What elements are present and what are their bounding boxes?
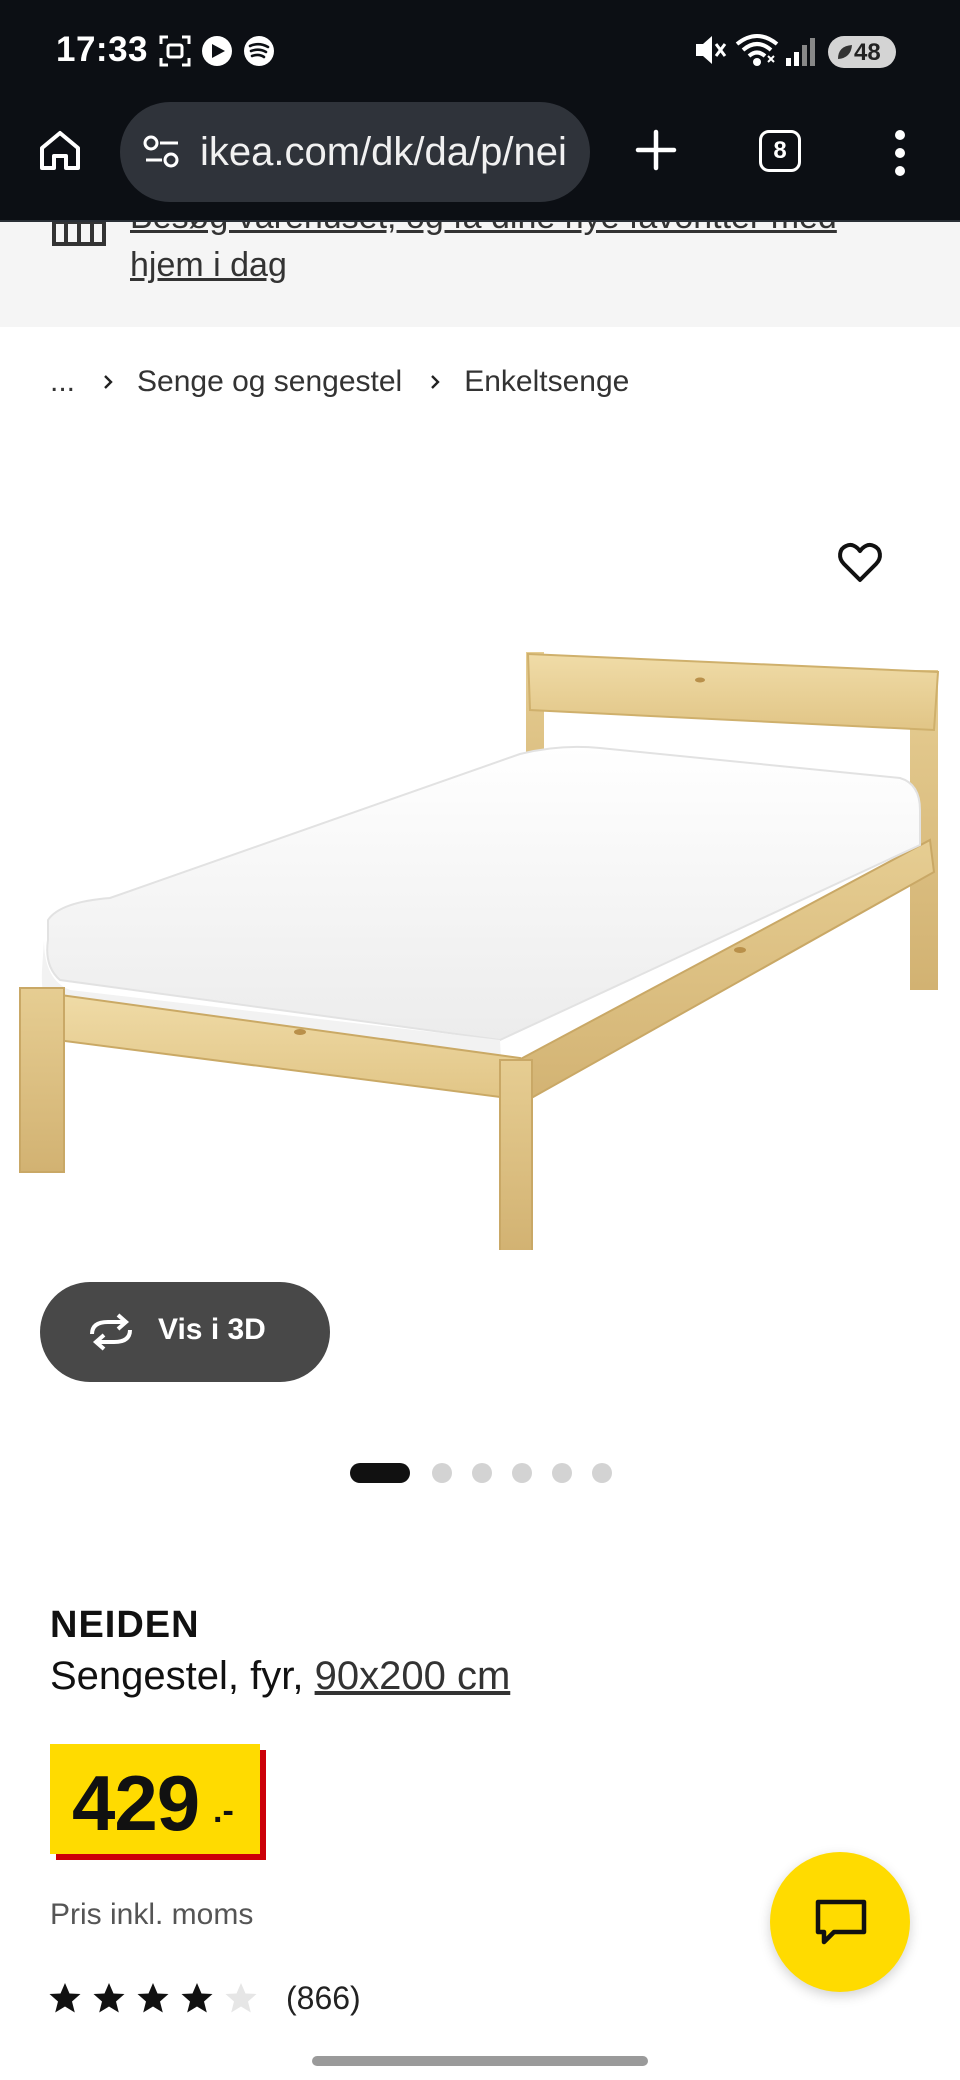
store-visit-banner[interactable]: Besøg varehuset, og få dine nye favoritt… xyxy=(0,222,960,327)
star-filled-icon xyxy=(181,1983,213,2013)
headboard xyxy=(526,652,940,732)
url-text[interactable]: ikea.com/dk/da/p/nei xyxy=(200,130,567,175)
rotate-3d-icon xyxy=(90,1313,132,1351)
tab-switcher-button[interactable]: 8 xyxy=(759,130,801,172)
mute-icon xyxy=(696,36,727,64)
product-rating[interactable]: (866) xyxy=(48,1978,361,2018)
more-options-icon[interactable] xyxy=(882,128,918,178)
breadcrumb-item-enkeltsenge[interactable]: Enkeltsenge xyxy=(464,365,629,399)
carousel-dot[interactable] xyxy=(552,1463,572,1483)
carousel-dot[interactable] xyxy=(592,1463,612,1483)
browser-toolbar: ikea.com/dk/da/p/nei 8 xyxy=(0,100,960,222)
battery-saver-icon xyxy=(838,45,852,59)
price-suffix: .- xyxy=(213,1792,234,1830)
product-name: NEIDEN xyxy=(50,1604,200,1646)
star-filled-icon xyxy=(137,1983,169,2013)
vat-note: Pris inkl. moms xyxy=(50,1898,254,1931)
bed-leg xyxy=(19,987,65,1173)
spotify-icon xyxy=(244,36,274,66)
chat-button[interactable] xyxy=(770,1852,910,1992)
price-tag: 429 .- xyxy=(50,1744,260,1854)
wood-knot xyxy=(734,947,746,953)
bed-leg xyxy=(499,1059,533,1250)
mattress xyxy=(46,745,921,1042)
home-icon[interactable] xyxy=(36,126,84,174)
banner-link-line1[interactable]: Besøg varehuset, og få dine nye favoritt… xyxy=(130,222,837,237)
new-tab-icon[interactable] xyxy=(632,126,680,174)
address-bar[interactable]: ikea.com/dk/da/p/nei xyxy=(120,102,590,202)
product-type: Sengestel, fyr, xyxy=(50,1654,315,1698)
product-image[interactable] xyxy=(0,640,960,1250)
carousel-dot[interactable] xyxy=(432,1463,452,1483)
chat-icon xyxy=(815,1899,867,1945)
banner-link-line2[interactable]: hjem i dag xyxy=(130,246,287,285)
image-carousel-indicator[interactable] xyxy=(350,1462,632,1484)
star-empty-icon xyxy=(225,1983,257,2013)
product-description: Sengestel, fyr, 90x200 cm xyxy=(50,1654,510,1699)
wifi-icon xyxy=(735,34,779,66)
battery-level: 48 xyxy=(854,39,881,66)
status-bar: 17:33 48 xyxy=(0,0,960,100)
carousel-dot-active[interactable] xyxy=(350,1463,410,1483)
status-time: 17:33 xyxy=(56,30,149,69)
gesture-home-indicator[interactable] xyxy=(312,2056,648,2066)
carousel-dot[interactable] xyxy=(512,1463,532,1483)
product-size-link[interactable]: 90x200 cm xyxy=(315,1654,511,1698)
media-app-icon xyxy=(202,36,232,66)
signal-icon xyxy=(786,38,815,66)
breadcrumb-ellipsis[interactable]: ... xyxy=(50,365,75,399)
chevron-right-icon xyxy=(431,375,440,389)
site-settings-icon[interactable] xyxy=(142,134,182,170)
screen-recorder-icon xyxy=(159,35,191,67)
wood-knot xyxy=(294,1029,306,1035)
view-in-3d-button[interactable]: Vis i 3D xyxy=(40,1282,330,1382)
carousel-dot[interactable] xyxy=(472,1463,492,1483)
breadcrumb-item-senge[interactable]: Senge og sengestel xyxy=(137,365,402,399)
favorite-heart-icon[interactable] xyxy=(836,538,884,586)
star-filled-icon xyxy=(49,1983,81,2013)
review-count[interactable]: (866) xyxy=(286,1980,361,2017)
store-icon xyxy=(52,222,106,246)
battery-icon: 48 xyxy=(828,36,896,68)
chevron-right-icon xyxy=(104,375,113,389)
star-filled-icon xyxy=(93,1983,125,2013)
wood-knot xyxy=(695,677,705,683)
view-in-3d-label: Vis i 3D xyxy=(158,1313,266,1346)
price-value: 429 xyxy=(72,1759,200,1847)
breadcrumb: ... Senge og sengestel Enkeltsenge xyxy=(50,360,629,404)
